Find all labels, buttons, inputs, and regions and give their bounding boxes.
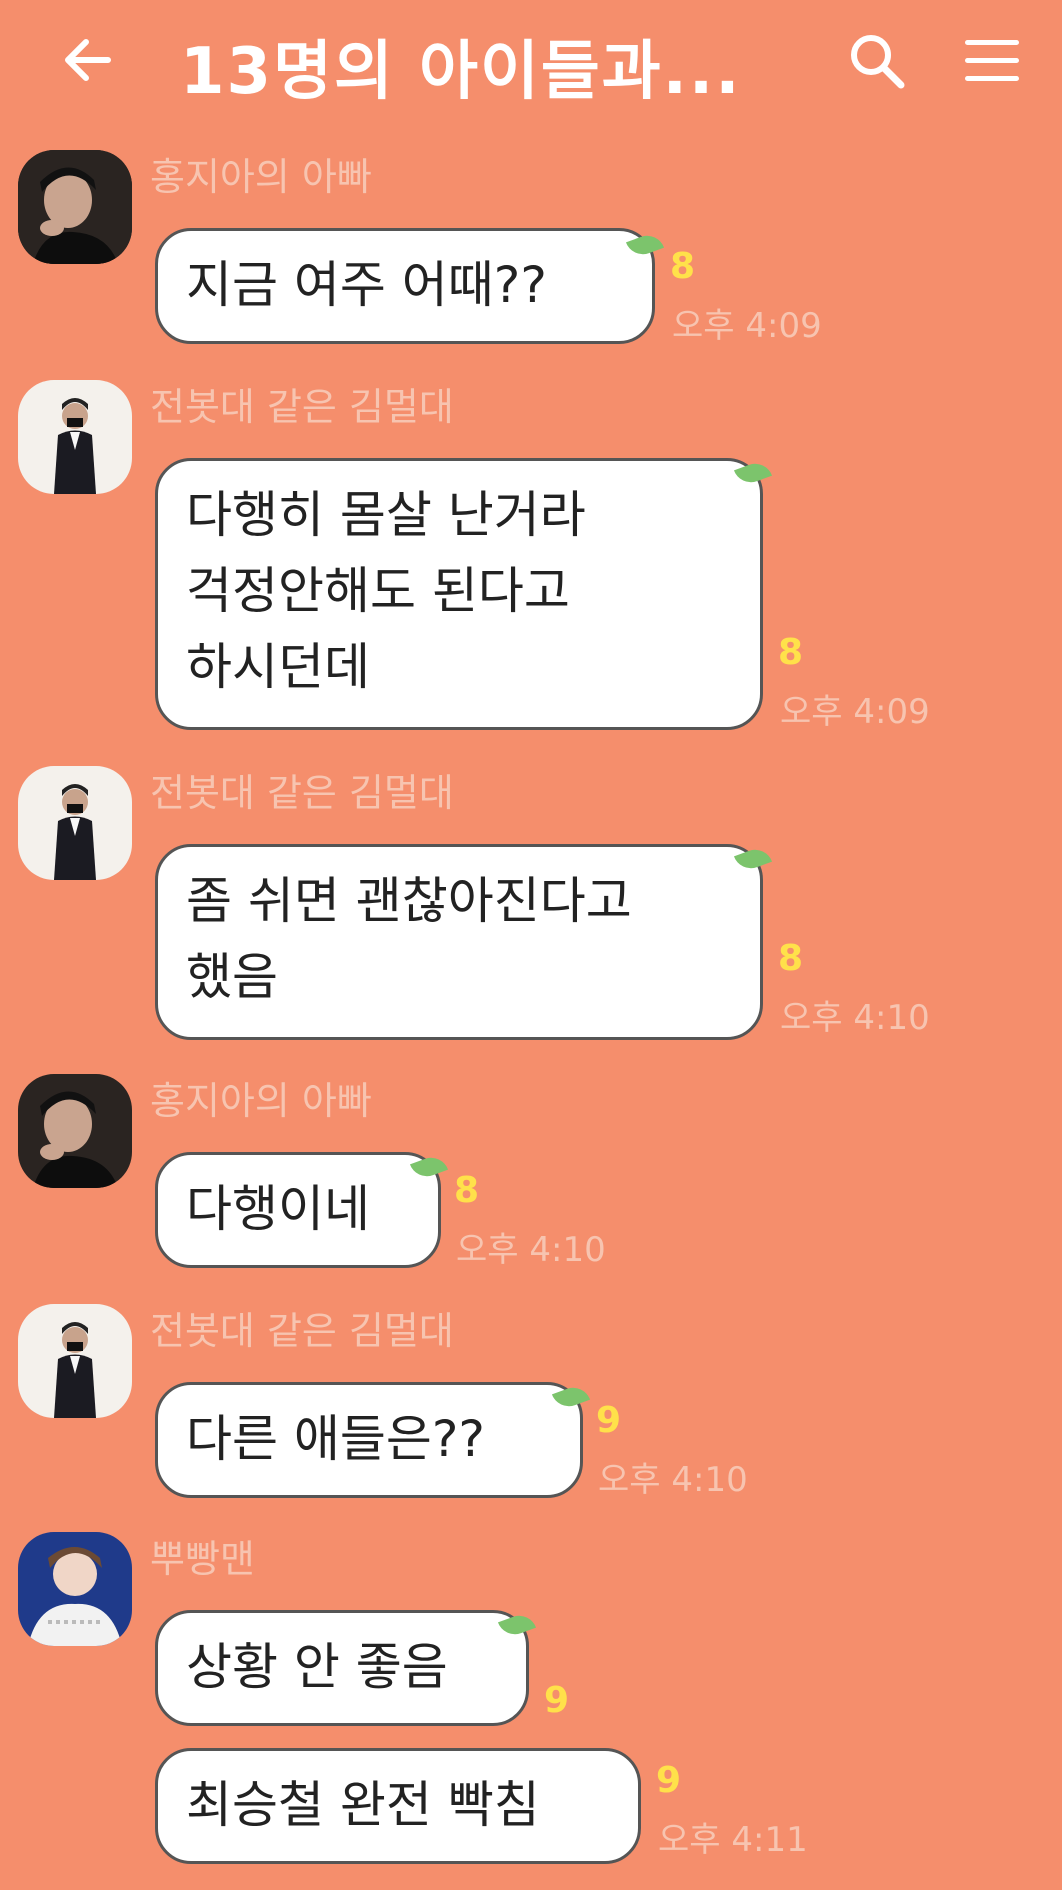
message-time: 오후 4:10 (456, 1230, 606, 1270)
back-button[interactable] (58, 30, 118, 90)
profile-photo (18, 1074, 132, 1188)
avatar[interactable] (18, 766, 132, 880)
message-bubble[interactable]: 다른 애들은?? (155, 1382, 583, 1498)
sender-name: 홍지아의 아빠 (150, 1079, 372, 1123)
chat-title: 13명의 아이들과... (180, 35, 742, 109)
sender-name: 전봇대 같은 김멀대 (150, 771, 454, 815)
profile-photo (18, 380, 132, 494)
search-icon (851, 35, 905, 89)
chat-header: 13명의 아이들과... (0, 0, 1062, 128)
unread-count: 8 (778, 632, 804, 673)
avatar[interactable] (18, 150, 132, 264)
sender-name: 전봇대 같은 김멀대 (150, 385, 454, 429)
avatar[interactable] (18, 1074, 132, 1188)
avatar[interactable] (18, 380, 132, 494)
hamburger-menu-icon (965, 40, 1019, 45)
avatar[interactable] (18, 1532, 132, 1646)
search-button[interactable] (846, 30, 908, 92)
message-bubble[interactable]: 상황 안 좋음 (155, 1610, 529, 1726)
message-bubble[interactable]: 다행이네 (155, 1152, 441, 1268)
profile-photo (18, 1304, 132, 1418)
unread-count: 8 (454, 1170, 480, 1211)
profile-photo (18, 150, 132, 264)
message-bubble[interactable]: 지금 여주 어때?? (155, 228, 655, 344)
profile-photo (18, 766, 132, 880)
unread-count: 8 (670, 246, 696, 287)
message-time: 오후 4:09 (780, 692, 930, 732)
profile-photo (18, 1532, 132, 1646)
sender-name: 뿌빵맨 (150, 1537, 255, 1581)
menu-button[interactable] (965, 36, 1023, 86)
message-bubble[interactable]: 다행히 몸살 난거라 걱정안해도 된다고 하시던데 (155, 458, 763, 730)
sender-name: 전봇대 같은 김멀대 (150, 1309, 454, 1353)
unread-count: 9 (544, 1680, 570, 1721)
unread-count: 9 (656, 1760, 682, 1801)
message-time: 오후 4:09 (672, 306, 822, 346)
sender-name: 홍지아의 아빠 (150, 155, 372, 199)
unread-count: 9 (596, 1400, 622, 1441)
arrow-left-icon (65, 39, 111, 81)
message-time: 오후 4:11 (658, 1820, 808, 1860)
message-bubble[interactable]: 좀 쉬면 괜찮아진다고 했음 (155, 844, 763, 1040)
avatar[interactable] (18, 1304, 132, 1418)
unread-count: 8 (778, 938, 804, 979)
message-time: 오후 4:10 (780, 998, 930, 1038)
message-bubble[interactable]: 최승철 완전 빡침 (155, 1748, 641, 1864)
message-time: 오후 4:10 (598, 1460, 748, 1500)
